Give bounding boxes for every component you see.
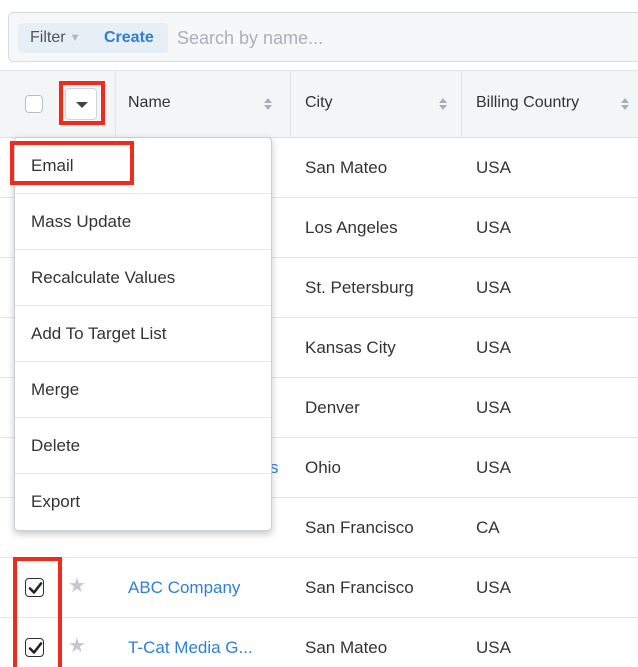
billing-country-cell: USA xyxy=(476,398,511,417)
sort-icon[interactable] xyxy=(263,96,273,112)
menu-item-merge[interactable]: Merge xyxy=(15,362,271,418)
filter-pill: Filter ▼ Create xyxy=(18,23,168,53)
column-divider xyxy=(461,71,462,137)
column-divider xyxy=(115,71,116,137)
menu-item-mass-update[interactable]: Mass Update xyxy=(15,194,271,250)
city-cell: Kansas City xyxy=(305,338,396,357)
record-name-link[interactable]: T-Cat Media G... xyxy=(128,618,253,667)
mass-actions-menu: Email Mass Update Recalculate Values Add… xyxy=(14,137,272,531)
billing-country-cell: USA xyxy=(476,458,511,477)
filter-label: Filter xyxy=(30,29,66,46)
filter-dropdown-button[interactable]: Filter ▼ xyxy=(30,23,80,53)
caret-down-icon: ▼ xyxy=(69,32,81,44)
billing-country-cell: USA xyxy=(476,158,511,177)
city-cell: Ohio xyxy=(305,458,341,477)
column-header-city[interactable]: City xyxy=(305,71,333,137)
billing-country-cell: CA xyxy=(476,518,500,537)
sort-icon[interactable] xyxy=(620,96,630,112)
city-cell: San Mateo xyxy=(305,158,388,177)
menu-item-export[interactable]: Export xyxy=(15,474,271,530)
highlight-selected-checkboxes xyxy=(13,557,62,667)
billing-country-cell: USA xyxy=(476,218,511,237)
city-cell: Denver xyxy=(305,398,360,417)
city-cell: San Francisco xyxy=(305,578,414,597)
column-header-name[interactable]: Name xyxy=(128,71,171,137)
search-input[interactable] xyxy=(177,23,617,53)
table-row: ★ ABC Company San Francisco USA xyxy=(0,558,638,618)
star-icon[interactable]: ★ xyxy=(68,576,86,596)
city-cell: San Francisco xyxy=(305,518,414,537)
billing-country-cell: USA xyxy=(476,638,511,657)
city-cell: Los Angeles xyxy=(305,218,398,237)
star-icon[interactable]: ★ xyxy=(68,636,86,656)
filter-bar: Filter ▼ Create xyxy=(8,12,638,62)
sort-icon[interactable] xyxy=(438,96,448,112)
highlight-dropdown-button xyxy=(59,81,105,125)
column-header-billing-country[interactable]: Billing Country xyxy=(476,71,579,137)
highlight-email-item xyxy=(10,141,134,185)
record-name-link[interactable]: ABC Company xyxy=(128,558,240,617)
city-cell: St. Petersburg xyxy=(305,278,414,297)
menu-item-recalculate-values[interactable]: Recalculate Values xyxy=(15,250,271,306)
billing-country-cell: USA xyxy=(476,278,511,297)
city-cell: San Mateo xyxy=(305,638,388,657)
menu-item-add-to-target-list[interactable]: Add To Target List xyxy=(15,306,271,362)
billing-country-cell: USA xyxy=(476,338,511,357)
billing-country-cell: USA xyxy=(476,578,511,597)
select-all-checkbox[interactable] xyxy=(25,95,43,113)
column-divider xyxy=(290,71,291,137)
menu-item-delete[interactable]: Delete xyxy=(15,418,271,474)
table-row: ★ T-Cat Media G... San Mateo USA xyxy=(0,618,638,667)
create-filter-button[interactable]: Create xyxy=(104,23,154,53)
